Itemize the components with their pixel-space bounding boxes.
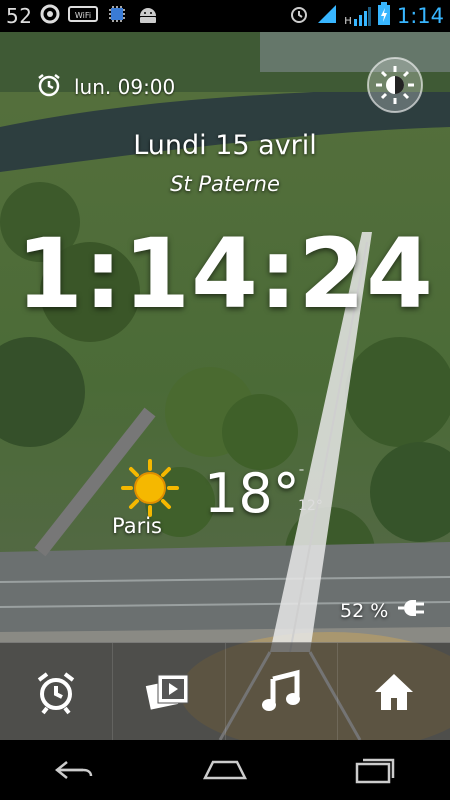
weather-max-temp: ¯ [298, 468, 305, 484]
alarm-clock-icon [37, 672, 75, 715]
saint-of-day: St Paterne [170, 172, 280, 196]
battery-percent: 52 % [340, 599, 389, 622]
recent-apps-button[interactable] [335, 750, 415, 790]
next-alarm[interactable]: lun. 09:00 [36, 72, 175, 102]
back-icon [54, 761, 93, 779]
weather-city: Paris [112, 514, 162, 538]
battery-status: 52 % [340, 596, 428, 625]
brightness-icon [367, 57, 423, 113]
navigation-bar [0, 740, 450, 800]
brightness-button[interactable] [366, 56, 424, 114]
nav-home-button[interactable] [185, 750, 265, 790]
weather-min-temp: 12° [298, 498, 323, 514]
charging-plug-icon [398, 596, 428, 625]
music-note-icon [262, 669, 301, 711]
gallery-button[interactable] [113, 643, 226, 741]
cyanogen-icon [40, 4, 60, 28]
sun-icon[interactable] [120, 458, 180, 518]
recent-apps-icon [355, 758, 395, 784]
svg-text:WiFi: WiFi [75, 11, 91, 20]
h-signal-icon: H [344, 5, 371, 27]
alarm-button[interactable] [0, 643, 113, 741]
bottom-dock [0, 642, 450, 741]
status-clock: 1:14 [396, 4, 444, 28]
alarm-clock-icon [36, 72, 62, 102]
back-button[interactable] [35, 750, 115, 790]
network-type-label: H [344, 16, 352, 27]
battery-charging-icon [377, 2, 391, 30]
wifi-icon: WiFi [68, 4, 99, 28]
photo-slideshow-icon [145, 674, 189, 710]
weather-temperature[interactable]: 18° [204, 462, 300, 525]
music-button[interactable] [226, 643, 339, 741]
status-bar: 52 WiFi H 1:14 [0, 0, 450, 32]
android-icon [136, 4, 160, 28]
date-label: Lundi 15 avril [133, 130, 317, 161]
status-number: 52 [6, 4, 33, 28]
home-icon [375, 674, 414, 710]
main-clock[interactable]: 1:14:24 [0, 218, 450, 330]
screen: 52 WiFi H 1:14 lun. 09:00 Lundi 15 avril… [0, 0, 450, 800]
home-outline-icon [202, 760, 248, 780]
cpu-icon [106, 3, 128, 29]
home-button[interactable] [338, 643, 450, 741]
alarm-time: lun. 09:00 [74, 75, 176, 99]
alarm-clock-icon [288, 3, 310, 29]
wifi-signal-icon [316, 3, 338, 29]
